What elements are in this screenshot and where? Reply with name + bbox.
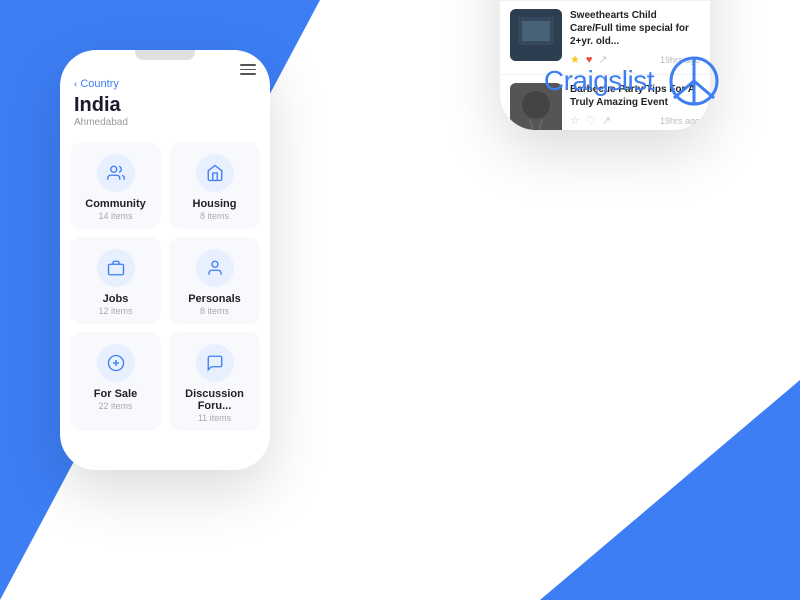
housing-label: Housing [193, 198, 237, 210]
left-phone-header: ‹ Country India Ahmedabad [60, 68, 270, 132]
discussion-label: Discussion Foru... [177, 388, 252, 412]
discussion-icon [196, 344, 234, 382]
phones-container: ‹ Country India Ahmedabad [60, 10, 500, 550]
city-title: India [74, 94, 256, 116]
hamburger-menu-button[interactable] [240, 64, 256, 75]
hamburger-line-2 [240, 69, 256, 71]
jobs-label: Jobs [103, 293, 129, 305]
category-grid: Community 14 items Housing 8 items [60, 132, 270, 441]
housing-count: 8 items [200, 211, 229, 221]
community-label: Community [85, 198, 146, 210]
jobs-count: 12 items [98, 306, 132, 316]
forsale-icon [97, 344, 135, 382]
region-subtitle: Ahmedabad [74, 117, 256, 128]
listing-title: Sweethearts Child Care/Full time special… [570, 9, 700, 48]
craigslist-logo: Craigslist [544, 55, 720, 107]
category-card-jobs[interactable]: Jobs 12 items [70, 237, 161, 324]
category-card-forsale[interactable]: For Sale 22 items [70, 332, 161, 431]
bg-triangle-bottom-right [540, 380, 800, 600]
personals-label: Personals [188, 293, 241, 305]
forsale-count: 22 items [98, 401, 132, 411]
listing-thumbnail [510, 9, 562, 61]
phone-notch-left [135, 50, 195, 60]
heart-icon[interactable]: ♡ [586, 114, 596, 127]
hamburger-line-1 [240, 64, 256, 66]
category-card-community[interactable]: Community 14 items [70, 142, 161, 229]
phone-left: ‹ Country India Ahmedabad [60, 50, 270, 470]
craigslist-brand-text: Craigslist [544, 65, 654, 97]
category-card-discussion[interactable]: Discussion Foru... 11 items [169, 332, 260, 431]
jobs-icon [97, 249, 135, 287]
forsale-label: For Sale [94, 388, 137, 400]
listing-actions: ☆ ♡ ↗ 19hrs ago [570, 114, 700, 127]
category-card-personals[interactable]: Personals 8 items [169, 237, 260, 324]
peace-icon [668, 55, 720, 107]
star-icon[interactable]: ☆ [570, 114, 580, 127]
housing-icon [196, 154, 234, 192]
community-count: 14 items [98, 211, 132, 221]
personals-count: 8 items [200, 306, 229, 316]
back-nav-country[interactable]: ‹ Country [74, 78, 256, 90]
hamburger-line-3 [240, 73, 256, 75]
personals-icon [196, 249, 234, 287]
discussion-count: 11 items [198, 413, 231, 423]
listing-time: 19hrs ago [660, 116, 700, 126]
back-label-country: Country [80, 78, 119, 90]
share-icon[interactable]: ↗ [602, 114, 611, 127]
community-icon [97, 154, 135, 192]
category-card-housing[interactable]: Housing 8 items [169, 142, 260, 229]
back-chevron-icon: ‹ [74, 79, 77, 90]
